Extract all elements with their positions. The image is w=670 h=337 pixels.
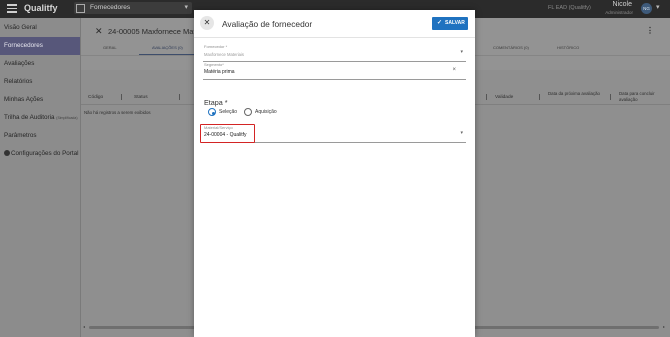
segment-field[interactable]: Segmento* Matéria prima ×: [203, 61, 466, 80]
sidebar-item-minhas-acoes[interactable]: Minhas Ações: [0, 91, 80, 109]
column-separator: [486, 94, 487, 100]
sidebar-item-relatorios[interactable]: Relatórios: [0, 73, 80, 91]
check-icon: ✓: [437, 20, 443, 26]
column-separator: [539, 94, 540, 100]
module-selector[interactable]: Fornecedores ▾: [74, 2, 192, 14]
chevron-down-icon: ▾: [184, 4, 188, 11]
user-menu-chevron-icon[interactable]: ▾: [656, 3, 660, 11]
scroll-left-icon[interactable]: ◂: [83, 324, 85, 329]
sidebar-item-configuracoes[interactable]: Configurações do Portal: [0, 145, 80, 163]
tab-historico[interactable]: HISTÓRICO: [557, 45, 579, 50]
sidebar-item-badge: (Simplificada): [56, 116, 78, 120]
dialog-title: Avaliação de fornecedor: [222, 19, 313, 29]
dropdown-arrow-icon: ▾: [460, 130, 463, 136]
segment-field-value: Matéria prima: [204, 69, 235, 75]
hamburger-menu-icon[interactable]: [7, 4, 17, 14]
supplier-evaluation-dialog: ✕ Avaliação de fornecedor ✓ SALVAR Forne…: [194, 10, 475, 337]
supplier-field-value: Maxfornece Materiais: [204, 52, 245, 57]
user-role: Administrador: [605, 10, 633, 15]
module-label: Fornecedores: [90, 4, 131, 11]
record-title: 24-00005 Maxfornece Materiais: [108, 27, 202, 36]
empty-table-message: Não há registros a serem exibidos: [84, 110, 151, 115]
column-separator: [610, 94, 611, 100]
clear-icon[interactable]: ×: [452, 67, 456, 73]
save-button-label: SALVAR: [445, 20, 465, 26]
sidebar-item-parametros[interactable]: Parâmetros: [0, 127, 80, 145]
sidebar-item-fornecedores[interactable]: Fornecedores: [0, 37, 80, 55]
column-separator: [121, 94, 122, 100]
sidebar-item-label: Trilha de Auditoria: [4, 114, 55, 121]
gear-icon: [4, 150, 10, 156]
close-record-icon[interactable]: ✕: [95, 26, 103, 37]
sidebar-item-label: Visão Geral: [4, 24, 37, 31]
tab-avaliacoes[interactable]: AVALIAÇÕES (0): [152, 45, 183, 50]
brand-logo: Qualitfy: [24, 3, 58, 13]
segment-field-label: Segmento*: [204, 62, 224, 67]
column-header-status[interactable]: Status: [134, 95, 148, 100]
sidebar-item-label: Relatórios: [4, 78, 33, 85]
dialog-divider: [194, 37, 475, 38]
stage-option-label: Aquisição: [255, 109, 277, 115]
sidebar: Visão Geral Fornecedores Avaliações Rela…: [0, 18, 81, 337]
avatar[interactable]: NG: [641, 3, 652, 14]
more-options-icon[interactable]: ⋮: [646, 26, 654, 35]
sidebar-item-label: Fornecedores: [4, 42, 43, 49]
supplier-field-label: Fornecedor *: [204, 44, 228, 49]
column-separator: [179, 94, 180, 100]
sidebar-item-label: Minhas Ações: [4, 96, 44, 103]
radio-unselected-icon: [244, 108, 252, 116]
column-header-proxima-avaliacao[interactable]: Data da próxima avaliação: [548, 91, 608, 97]
sidebar-item-visao-geral[interactable]: Visão Geral: [0, 19, 80, 37]
scroll-right-icon[interactable]: ▸: [663, 324, 665, 329]
close-dialog-icon[interactable]: ✕: [200, 16, 214, 30]
highlight-box: [200, 124, 255, 143]
sidebar-item-label: Avaliações: [4, 60, 35, 67]
sidebar-item-avaliacoes[interactable]: Avaliações: [0, 55, 80, 73]
tab-geral[interactable]: GERAL: [103, 45, 117, 50]
column-header-validade[interactable]: Validade: [495, 95, 513, 100]
column-header-concluir-avaliacao[interactable]: Data para concluir avaliação: [619, 91, 669, 102]
stage-option-label: Seleção: [219, 109, 238, 115]
sidebar-item-label: Configurações do Portal: [11, 150, 79, 157]
sidebar-item-trilha-auditoria[interactable]: Trilha de Auditoria (Simplificada): [0, 109, 80, 127]
radio-selected-icon: [208, 108, 216, 116]
tab-comentarios[interactable]: COMENTÁRIOS (0): [493, 45, 529, 50]
sidebar-item-label: Parâmetros: [4, 132, 37, 139]
column-header-codigo[interactable]: Código: [88, 95, 103, 100]
user-name: Nicole: [612, 1, 632, 8]
grid-icon: [76, 4, 85, 13]
supplier-field[interactable]: Fornecedor * Maxfornece Materiais ▾: [203, 43, 466, 62]
company-name: FL EAD (Qualitfy): [548, 5, 591, 11]
dropdown-arrow-icon: ▾: [460, 49, 463, 55]
save-button[interactable]: ✓ SALVAR: [432, 17, 468, 30]
stage-label: Etapa *: [204, 98, 228, 107]
